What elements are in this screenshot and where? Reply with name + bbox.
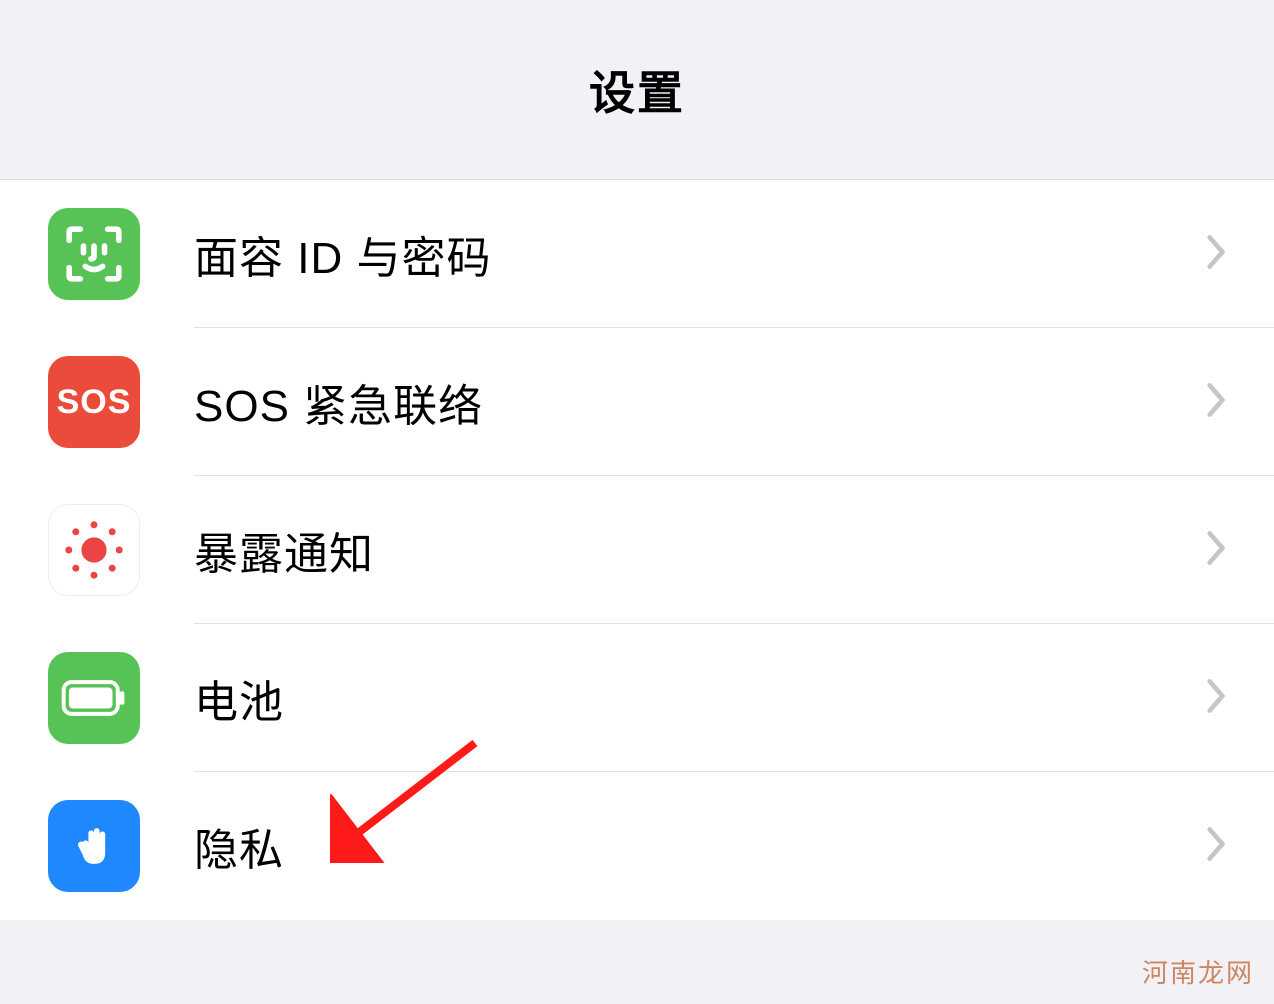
- chevron-right-icon: [1206, 825, 1228, 868]
- row-label: SOS 紧急联络: [194, 370, 1206, 434]
- face-id-icon: [48, 208, 140, 300]
- page-title: 设置: [589, 57, 685, 123]
- chevron-right-icon: [1206, 529, 1228, 572]
- privacy-icon: [48, 800, 140, 892]
- row-faceid-password[interactable]: 面容 ID 与密码: [0, 180, 1274, 328]
- header: 设置: [0, 0, 1274, 180]
- chevron-right-icon: [1206, 233, 1228, 276]
- row-label: 面容 ID 与密码: [194, 222, 1206, 286]
- watermark: 河南龙网: [1142, 953, 1254, 990]
- sos-icon-text: SOS: [57, 383, 132, 422]
- row-exposure-notification[interactable]: 暴露通知: [0, 476, 1274, 624]
- settings-list: 面容 ID 与密码 SOS SOS 紧急联络: [0, 180, 1274, 920]
- battery-icon: [48, 652, 140, 744]
- chevron-right-icon: [1206, 677, 1228, 720]
- chevron-right-icon: [1206, 381, 1228, 424]
- row-battery[interactable]: 电池: [0, 624, 1274, 772]
- row-label: 隐私: [194, 814, 1206, 878]
- row-privacy[interactable]: 隐私: [0, 772, 1274, 920]
- row-label: 电池: [194, 666, 1206, 730]
- exposure-icon: [48, 504, 140, 596]
- sos-icon: SOS: [48, 356, 140, 448]
- row-sos-emergency[interactable]: SOS SOS 紧急联络: [0, 328, 1274, 476]
- row-label: 暴露通知: [194, 518, 1206, 582]
